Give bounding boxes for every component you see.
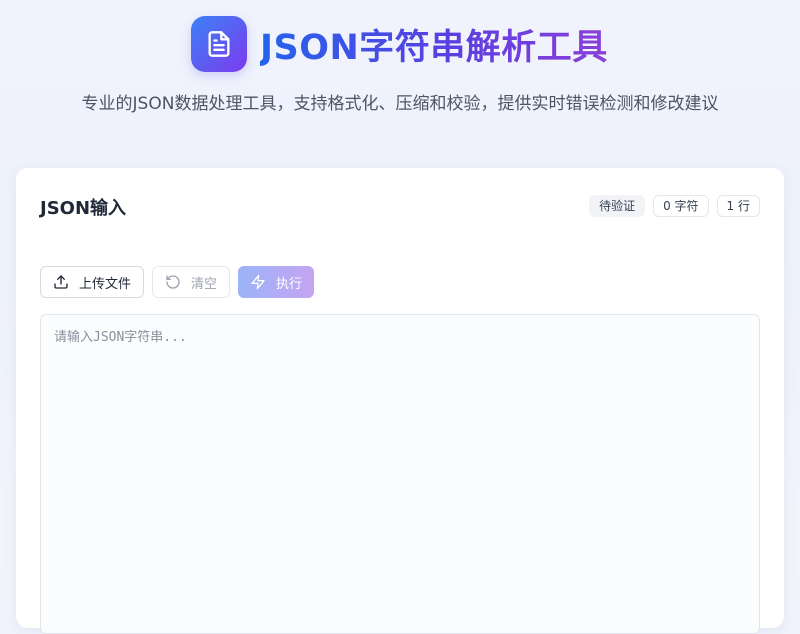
validation-status-badge: 待验证 bbox=[589, 195, 646, 217]
editor-toolbar: 上传文件 清空 执行 bbox=[40, 266, 315, 298]
json-input-card: JSON输入 待验证 0 字符 1 行 上传文件 清空 执行 请输入JSON字符… bbox=[16, 168, 784, 634]
char-count-badge: 0 字符 bbox=[653, 195, 709, 217]
clear-button[interactable]: 清空 bbox=[152, 266, 231, 298]
clear-label: 清空 bbox=[191, 275, 218, 291]
execute-label: 执行 bbox=[276, 275, 303, 291]
execute-button[interactable]: 执行 bbox=[238, 266, 315, 298]
upload-file-label: 上传文件 bbox=[79, 275, 132, 291]
page-title: JSON字符串解析工具 bbox=[260, 19, 608, 70]
status-badges: 待验证 0 字符 1 行 bbox=[589, 195, 760, 217]
lightning-icon bbox=[250, 274, 266, 290]
json-input-field[interactable] bbox=[40, 314, 760, 634]
card-title: JSON输入 bbox=[40, 198, 127, 219]
document-icon bbox=[191, 16, 247, 72]
title-row: JSON字符串解析工具 bbox=[191, 16, 608, 72]
rotate-ccw-icon bbox=[165, 274, 181, 290]
page-header: JSON字符串解析工具 专业的JSON数据处理工具，支持格式化、压缩和校验，提供… bbox=[0, 0, 800, 160]
page-subtitle: 专业的JSON数据处理工具，支持格式化、压缩和校验，提供实时错误检测和修改建议 bbox=[81, 94, 719, 114]
upload-icon bbox=[53, 274, 69, 290]
upload-file-button[interactable]: 上传文件 bbox=[40, 266, 145, 298]
line-count-badge: 1 行 bbox=[716, 195, 760, 217]
